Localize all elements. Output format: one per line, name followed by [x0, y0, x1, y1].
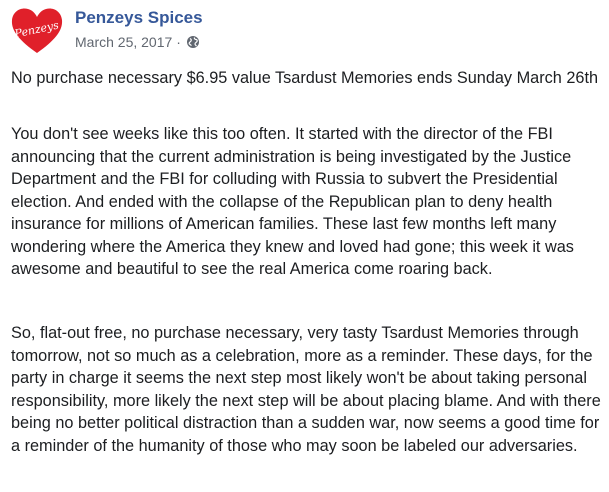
post-header: Penzeys Penzeys Spices March 25, 2017 · [10, 6, 600, 58]
globe-icon[interactable] [186, 35, 200, 49]
post-date[interactable]: March 25, 2017 [75, 34, 172, 50]
post-paragraph: So, flat-out free, no purchase necessary… [11, 324, 601, 455]
post-paragraph: No purchase necessary $6.95 value Tsardu… [11, 69, 599, 87]
post-meta: March 25, 2017 · [75, 34, 200, 50]
page-name-link[interactable]: Penzeys Spices [75, 8, 203, 28]
heart-logo-icon: Penzeys [11, 8, 63, 54]
meta-separator: · [176, 34, 181, 50]
facebook-post: Penzeys Penzeys Spices March 25, 2017 · … [0, 0, 609, 492]
post-paragraph: You don't see weeks like this too often.… [11, 125, 574, 278]
avatar[interactable]: Penzeys [10, 6, 64, 56]
